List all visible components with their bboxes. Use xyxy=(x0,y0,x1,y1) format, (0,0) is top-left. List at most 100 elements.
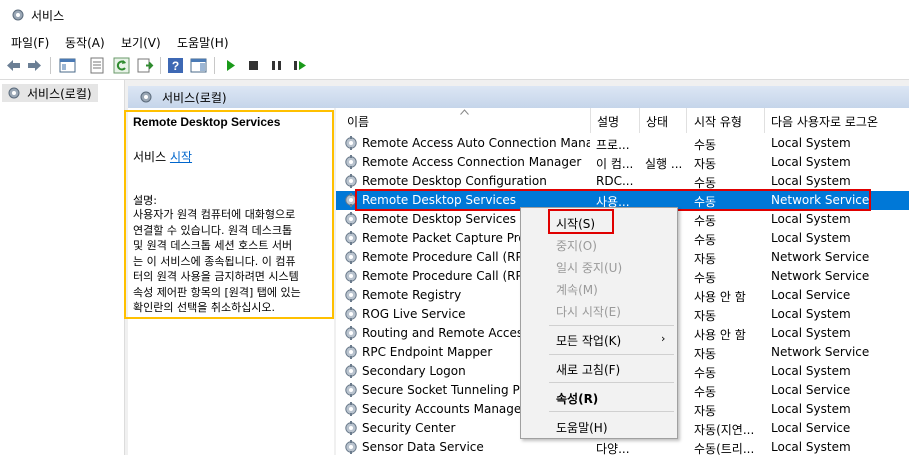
menu-help[interactable]: 도움말(H) xyxy=(177,34,229,51)
service-log-on-as: Local Service xyxy=(771,288,851,302)
service-row[interactable]: Remote Access Connection Manager 이 컴... 실행… xyxy=(336,153,909,172)
menu-item-stop: 중지(O) xyxy=(556,239,597,253)
description-line: 사용자가 원격 컴퓨터에 대화형으로 xyxy=(133,208,296,221)
service-log-on-as: Local System xyxy=(771,307,851,321)
console-tree-icon[interactable] xyxy=(59,57,76,74)
service-log-on-as: Local System xyxy=(771,155,851,169)
service-log-on-as: Local System xyxy=(771,440,851,454)
column-header-status[interactable]: 상태 xyxy=(646,113,668,130)
service-gear-icon xyxy=(345,440,357,454)
service-start-line: 서비스 시작 xyxy=(133,148,192,165)
description-label: 설명: xyxy=(133,194,157,207)
service-startup-type: 수동 xyxy=(694,233,717,247)
column-header-name[interactable]: 이름 xyxy=(347,113,369,130)
service-name: Remote Access Auto Connection Mana... xyxy=(362,136,590,150)
service-row[interactable]: Sensor Data Service 다양... 수동(트리... Local Sy… xyxy=(336,438,909,457)
description-line: 속성 제어판 항목의 [원격] 탭에 있는 xyxy=(133,285,301,299)
service-gear-icon xyxy=(345,326,357,340)
service-startup-type: 수동 xyxy=(694,385,717,399)
stop-service-icon[interactable] xyxy=(245,57,262,74)
start-service-icon[interactable] xyxy=(222,57,239,74)
menu-item-restart: 다시 시작(E) xyxy=(556,305,621,319)
service-gear-icon xyxy=(345,174,357,188)
help-icon[interactable]: ? xyxy=(167,57,184,74)
show-hide-action-pane-icon[interactable] xyxy=(190,57,207,74)
menu-item-properties[interactable]: 속성(R) xyxy=(556,390,598,407)
service-log-on-as: Local System xyxy=(771,326,851,340)
service-log-on-as: Local System xyxy=(771,212,851,226)
service-startup-type: 수동 xyxy=(694,366,717,380)
service-gear-icon xyxy=(345,402,357,416)
menu-item-resume: 계속(M) xyxy=(556,283,598,297)
details-header-title: 서비스(로컬) xyxy=(162,91,227,105)
svg-text:?: ? xyxy=(172,59,179,73)
properties-sheet-icon[interactable] xyxy=(89,57,106,74)
menu-separator xyxy=(549,411,674,412)
service-log-on-as: Local System xyxy=(771,402,851,416)
services-gear-icon xyxy=(8,87,20,99)
details-header: 서비스(로컬) xyxy=(128,86,909,108)
export-list-icon[interactable] xyxy=(137,57,154,74)
service-gear-icon xyxy=(345,155,357,169)
start-item-highlight xyxy=(548,209,614,234)
service-status: 실행 ... xyxy=(645,157,683,171)
service-startup-type: 자동(지연... xyxy=(694,423,755,437)
tree-item-services-local[interactable]: 서비스(로컬) xyxy=(2,84,98,102)
service-row[interactable]: Remote Access Auto Connection Mana... 프로.… xyxy=(336,134,909,153)
menu-view[interactable]: 보기(V) xyxy=(121,34,161,51)
menu-separator xyxy=(549,354,674,355)
start-service-link[interactable]: 시작 xyxy=(170,150,192,164)
service-gear-icon xyxy=(345,288,357,302)
service-name: Sensor Data Service xyxy=(362,440,484,454)
service-description: 프로... xyxy=(596,138,630,152)
menu-item-refresh[interactable]: 새로 고침(F) xyxy=(556,361,620,378)
restart-service-icon[interactable] xyxy=(291,57,308,74)
service-startup-type: 사용 안 함 xyxy=(694,290,746,304)
column-header-log-on-as[interactable]: 다음 사용자로 로그온 xyxy=(771,113,878,130)
service-log-on-as: Network Service xyxy=(771,269,870,283)
toolbar-separator xyxy=(160,57,161,74)
service-startup-type: 자동 xyxy=(694,157,717,171)
service-gear-icon xyxy=(345,345,357,359)
service-name: Remote Desktop Configuration xyxy=(362,174,547,188)
menu-action[interactable]: 동작(A) xyxy=(65,34,105,51)
menu-item-pause: 일시 중지(U) xyxy=(556,261,623,275)
service-startup-type: 수동 xyxy=(694,138,717,152)
service-gear-icon xyxy=(345,212,357,226)
back-arrow-icon[interactable] xyxy=(5,57,22,74)
menu-file[interactable]: 파일(F) xyxy=(11,34,49,51)
description-line: 연결할 수 있습니다. 원격 데스크톱 xyxy=(133,223,293,237)
service-description: 다양... xyxy=(596,442,630,456)
service-gear-icon xyxy=(345,421,357,435)
title-bar: 서비스 xyxy=(0,0,909,30)
column-header-startup-type[interactable]: 시작 유형 xyxy=(694,113,742,130)
selected-service-name: Remote Desktop Services xyxy=(133,115,281,129)
forward-arrow-icon[interactable] xyxy=(26,57,43,74)
tree-item-label: 서비스(로컬) xyxy=(27,87,92,101)
menu-item-help[interactable]: 도움말(H) xyxy=(556,419,608,436)
service-startup-type: 수동(트리... xyxy=(694,442,755,456)
column-divider xyxy=(590,108,591,133)
service-gear-icon xyxy=(345,269,357,283)
column-divider xyxy=(686,108,687,133)
service-startup-type: 수동 xyxy=(694,271,717,285)
description-line: 확인란의 선택을 취소하십시오. xyxy=(133,301,276,314)
column-divider xyxy=(639,108,640,133)
service-startup-type: 자동 xyxy=(694,404,717,418)
service-startup-type: 수동 xyxy=(694,214,717,228)
menu-separator xyxy=(549,382,674,383)
service-startup-type: 자동 xyxy=(694,309,717,323)
description-text: 사용자가 원격 컴퓨터에 대화형으로 연결할 수 있습니다. 원격 데스크톱 및… xyxy=(133,207,331,316)
menu-item-all-tasks[interactable]: 모든 작업(K) xyxy=(556,332,621,349)
submenu-arrow-icon: › xyxy=(661,332,666,345)
toolbar: ? xyxy=(0,52,909,80)
description-line: 터의 원격 사용을 금지하려면 시스템 xyxy=(133,270,299,283)
services-gear-icon xyxy=(12,9,24,21)
service-log-on-as: Network Service xyxy=(771,345,870,359)
service-gear-icon xyxy=(345,250,357,264)
service-startup-type: 자동 xyxy=(694,347,717,361)
refresh-icon[interactable] xyxy=(113,57,130,74)
column-header-description[interactable]: 설명 xyxy=(597,113,619,130)
sort-up-icon xyxy=(460,109,469,115)
pause-service-icon[interactable] xyxy=(268,57,285,74)
